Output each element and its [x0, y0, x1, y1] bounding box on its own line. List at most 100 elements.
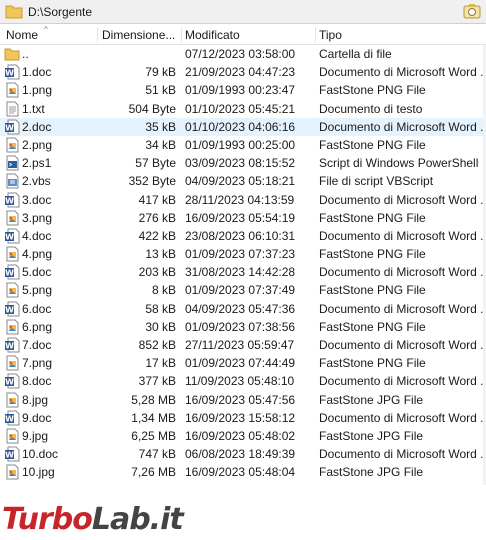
file-type: Documento di Microsoft Word ...: [319, 447, 484, 462]
file-row[interactable]: 9.jpg 6,25 MB 16/09/2023 05:48:02 FastStone…: [0, 427, 486, 445]
file-row[interactable]: W 4.doc 422 kB 23/08/2023 06:10:31 Documento…: [0, 227, 486, 245]
svg-text:W: W: [5, 269, 14, 278]
file-type: Cartella di file: [319, 47, 392, 61]
file-row[interactable]: 2.vbs 352 Byte 04/09/2023 05:18:21 File di …: [0, 172, 486, 190]
svg-text:W: W: [5, 305, 14, 314]
file-size: 377 kB: [138, 374, 176, 389]
file-size: 203 kB: [138, 265, 176, 280]
file-modified: 16/09/2023 05:48:04: [185, 465, 296, 480]
powershell-icon: [6, 155, 19, 171]
file-modified: 16/09/2023 05:47:56: [185, 392, 296, 407]
file-row[interactable]: 1.txt 504 Byte 01/10/2023 05:45:21 Document…: [0, 100, 486, 118]
file-row[interactable]: 4.png 13 kB 01/09/2023 07:37:23 FastStone P…: [0, 245, 486, 263]
image-icon: [6, 464, 19, 480]
word-doc-icon: W: [5, 119, 20, 135]
svg-text:W: W: [5, 414, 14, 423]
file-type: Documento di Microsoft Word ...: [319, 192, 484, 207]
sort-up-icon: ^: [44, 25, 48, 34]
word-doc-icon: W: [5, 192, 20, 207]
file-name: 1.txt: [22, 101, 45, 116]
file-row[interactable]: .. 07/12/2023 03:58:00 Cartella di file: [0, 45, 486, 63]
column-type[interactable]: Tipo: [319, 28, 342, 42]
file-size: 57 Byte: [135, 156, 176, 171]
image-icon: [6, 210, 19, 226]
file-name: 4.png: [22, 247, 53, 262]
file-size: 417 kB: [138, 192, 176, 207]
file-type: FastStone PNG File: [319, 283, 426, 298]
file-row[interactable]: 2.png 34 kB 01/09/1993 00:25:00 FastStone P…: [0, 136, 486, 154]
file-size: 7,26 MB: [131, 465, 176, 480]
file-name: 7.doc: [22, 338, 52, 352]
column-modified[interactable]: Modificato: [185, 28, 240, 42]
image-icon: [6, 355, 19, 371]
svg-text:W: W: [5, 123, 14, 132]
file-row[interactable]: W 6.doc 58 kB 04/09/2023 05:47:36 Documento …: [0, 300, 486, 318]
file-row[interactable]: 2.ps1 57 Byte 03/09/2023 08:15:52 Script di…: [0, 154, 486, 172]
file-row[interactable]: W 5.doc 203 kB 31/08/2023 14:42:28 Documento…: [0, 263, 486, 281]
file-name: 9.jpg: [22, 428, 49, 443]
word-doc-icon: W: [5, 446, 20, 462]
column-name[interactable]: Nome: [6, 28, 38, 42]
file-type: FastStone PNG File: [319, 137, 426, 152]
file-row[interactable]: 8.jpg 5,28 MB 16/09/2023 05:47:56 FastStone…: [0, 391, 486, 409]
file-row[interactable]: W 8.doc 377 kB 11/09/2023 05:48:10 Documento…: [0, 372, 486, 390]
file-type: Script di Windows PowerShell: [319, 156, 479, 171]
file-row[interactable]: 3.png 276 kB 16/09/2023 05:54:19 FastStone …: [0, 209, 486, 227]
file-modified: 01/09/2023 07:37:23: [185, 247, 296, 262]
file-modified: 04/09/2023 05:47:36: [185, 301, 296, 316]
file-modified: 01/09/2023 07:38:56: [185, 319, 296, 334]
file-modified: 21/09/2023 04:47:23: [185, 65, 296, 80]
file-name: 1.doc: [22, 65, 52, 80]
file-modified: 16/09/2023 15:58:12: [185, 410, 296, 425]
file-type: FastStone JPG File: [319, 392, 424, 407]
file-row[interactable]: W 10.doc 747 kB 06/08/2023 18:49:39 Document…: [0, 445, 486, 463]
file-modified: 01/09/1993 00:25:00: [185, 137, 296, 152]
file-row[interactable]: W 1.doc 79 kB 21/09/2023 04:47:23 Documento …: [0, 63, 486, 81]
svg-text:W: W: [5, 196, 14, 205]
file-size: 852 kB: [138, 338, 176, 352]
file-type: Documento di Microsoft Word ...: [319, 374, 484, 389]
text-file-icon: [6, 101, 19, 117]
file-size: 30 kB: [145, 319, 176, 334]
file-row[interactable]: 6.png 30 kB 01/09/2023 07:38:56 FastStone P…: [0, 318, 486, 336]
file-row[interactable]: 5.png 8 kB 01/09/2023 07:37:49 FastStone PN…: [0, 281, 486, 299]
word-doc-icon: W: [5, 64, 20, 80]
file-row[interactable]: 10.jpg 7,26 MB 16/09/2023 05:48:04 FastSton…: [0, 463, 486, 481]
file-modified: 06/08/2023 18:49:39: [185, 447, 296, 462]
file-name: 10.doc: [22, 447, 59, 462]
file-name: 1.png: [22, 83, 53, 98]
file-name: 2.doc: [22, 119, 52, 134]
file-name: 9.doc: [22, 410, 52, 425]
file-name: 6.doc: [22, 301, 52, 316]
file-row[interactable]: W 3.doc 417 kB 28/11/2023 04:13:59 Documento…: [0, 191, 486, 209]
file-size: 1,34 MB: [131, 410, 176, 425]
file-type: Documento di Microsoft Word ...: [319, 65, 484, 80]
file-size: 34 kB: [145, 137, 176, 152]
file-name: 8.jpg: [22, 392, 49, 407]
camera-icon[interactable]: [463, 3, 481, 20]
image-icon: [6, 137, 19, 153]
file-row[interactable]: 7.png 17 kB 01/09/2023 07:44:49 FastStone P…: [0, 354, 486, 372]
file-size: 35 kB: [145, 119, 176, 134]
file-modified: 01/09/2023 07:37:49: [185, 283, 296, 298]
column-size[interactable]: Dimensione...: [102, 28, 180, 42]
image-icon: [6, 82, 19, 98]
file-type: Documento di Microsoft Word ...: [319, 265, 484, 280]
file-type: Documento di Microsoft Word ...: [319, 228, 484, 243]
word-doc-icon: W: [5, 337, 20, 353]
file-size: 352 Byte: [128, 174, 176, 189]
image-icon: [6, 246, 19, 262]
file-size: 51 kB: [145, 83, 176, 98]
file-size: 8 kB: [151, 283, 176, 298]
file-row[interactable]: W 9.doc 1,34 MB 16/09/2023 15:58:12 Document…: [0, 409, 486, 427]
file-name: 10.jpg: [22, 465, 55, 480]
file-row[interactable]: 1.png 51 kB 01/09/1993 00:23:47 FastStone P…: [0, 81, 486, 99]
image-icon: [6, 282, 19, 298]
file-type: FastStone PNG File: [319, 319, 426, 334]
file-name: ..: [22, 47, 29, 61]
file-row[interactable]: W 2.doc 35 kB 01/10/2023 04:06:16 Documento …: [0, 117, 486, 136]
file-row[interactable]: W 7.doc 852 kB 27/11/2023 05:59:47 Documento…: [0, 336, 486, 354]
word-doc-icon: W: [5, 264, 20, 280]
path-title: D:\Sorgente: [28, 5, 93, 19]
file-size: 747 kB: [138, 447, 176, 462]
